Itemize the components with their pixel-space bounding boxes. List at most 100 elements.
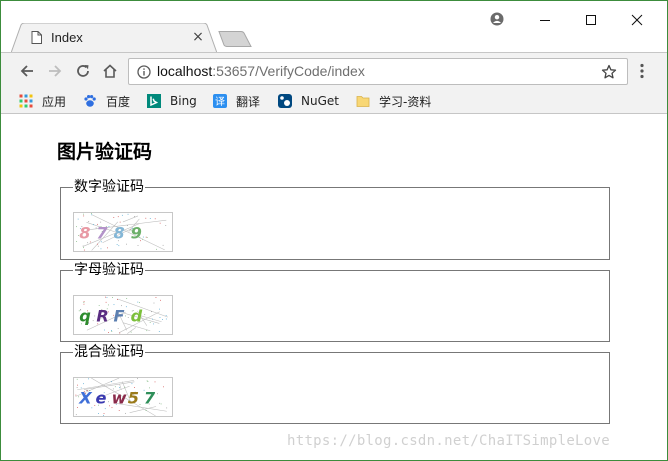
address-bar[interactable]: localhost:53657/VerifyCode/index — [128, 58, 628, 85]
captcha-noise-dot — [91, 214, 93, 216]
captcha-noise-dot — [118, 410, 120, 411]
captcha-noise-dot — [76, 387, 78, 388]
captcha-noise-dot — [100, 248, 102, 250]
captcha-noise-dot — [98, 413, 99, 414]
captcha-noise-dot — [92, 224, 94, 226]
captcha-noise-dot — [121, 214, 123, 216]
captcha-noise-dot — [98, 305, 100, 306]
captcha-noise-dot — [113, 217, 115, 218]
captcha-noise-dot — [125, 315, 126, 317]
bookmark-translate[interactable]: 译 翻译 — [213, 92, 260, 110]
captcha-noise-dot — [106, 297, 108, 298]
captcha-noise-dot — [116, 244, 118, 245]
bookmark-label: NuGet — [301, 94, 339, 108]
captcha-noise-dot — [154, 381, 156, 383]
captcha-noise-dot — [76, 378, 78, 380]
captcha-noise-dot — [131, 383, 133, 385]
captcha-glyph: 9 — [131, 224, 142, 243]
captcha-glyph: d — [131, 307, 143, 326]
captcha-noise-dot — [152, 318, 153, 320]
bookmark-baidu[interactable]: 百度 — [83, 92, 130, 110]
captcha-noise-dot — [147, 381, 149, 382]
captcha-glyph: F — [114, 307, 125, 326]
captcha-noise-dot — [83, 301, 85, 302]
captcha-noise-dot — [97, 243, 98, 245]
profile-icon[interactable] — [490, 12, 504, 26]
captcha-noise-dot — [146, 330, 148, 332]
captcha-noise-dot — [104, 329, 105, 331]
captcha-noise-dot — [119, 221, 121, 223]
baidu-paw-icon — [84, 95, 96, 107]
mixed-captcha-image[interactable]: Xew57 — [73, 377, 173, 417]
captcha-noise-dot — [103, 414, 104, 416]
captcha-noise-dot — [165, 315, 167, 316]
captcha-noise-dot — [124, 386, 126, 388]
captcha-noise-dot — [137, 301, 139, 303]
captcha-noise-dot — [165, 318, 167, 320]
nuget-icon — [278, 94, 292, 108]
captcha-noise-dot — [83, 213, 84, 215]
captcha-noise-dot — [83, 383, 84, 385]
minimize-button[interactable] — [522, 9, 568, 31]
captcha-noise-dot — [162, 318, 163, 320]
captcha-glyph: 8 — [114, 224, 125, 243]
new-tab-button[interactable] — [217, 31, 253, 47]
captcha-noise-dot — [146, 237, 148, 238]
maximize-button[interactable] — [568, 9, 614, 31]
close-window-button[interactable] — [614, 9, 660, 31]
captcha-noise-dot — [165, 225, 167, 226]
bookmark-bing[interactable]: Bing — [147, 92, 197, 110]
maximize-icon — [586, 15, 596, 25]
forward-arrow-icon — [49, 65, 62, 77]
captcha-noise-dot — [82, 245, 84, 247]
captcha-noise-dot — [130, 331, 132, 333]
captcha-noise-dot — [76, 241, 78, 242]
toolbar: localhost:53657/VerifyCode/index — [1, 52, 667, 88]
numeric-captcha-image[interactable]: 8789 — [73, 212, 173, 252]
bookmark-nuget[interactable]: NuGet — [278, 92, 339, 110]
forward-button[interactable] — [45, 61, 65, 81]
captcha-noise-dot — [88, 221, 90, 223]
captcha-noise-dot — [125, 412, 126, 414]
home-button[interactable] — [100, 61, 120, 81]
captcha-noise-dot — [157, 393, 158, 395]
captcha-noise-dot — [113, 304, 115, 306]
letter-captcha-group: 字母验证码 qRFd — [60, 262, 610, 342]
captcha-noise-dot — [83, 249, 85, 251]
svg-text:译: 译 — [215, 96, 225, 108]
page-icon — [31, 31, 42, 44]
group-legend: 字母验证码 — [74, 262, 144, 278]
captcha-glyph: 5 — [128, 389, 139, 408]
captcha-noise-dot — [134, 216, 135, 217]
bookmark-label: 翻译 — [236, 94, 261, 109]
captcha-glyph: 8 — [79, 224, 90, 243]
captcha-noise-dot — [159, 308, 160, 310]
letter-captcha-image[interactable]: qRFd — [73, 295, 173, 335]
captcha-noise-dot — [155, 297, 157, 298]
info-icon[interactable] — [137, 65, 151, 79]
bookmark-apps[interactable]: 应用 — [19, 92, 66, 110]
bookmark-label: 百度 — [106, 94, 131, 109]
bookmark-folder-study[interactable]: 学习-资料 — [356, 92, 431, 110]
url-text[interactable]: localhost:53657/VerifyCode/index — [157, 63, 365, 79]
captcha-noise-dot — [145, 236, 147, 238]
captcha-noise-dot — [104, 408, 106, 410]
captcha-glyph: 7 — [144, 389, 156, 408]
captcha-noise-dot — [83, 302, 85, 303]
captcha-noise-dot — [153, 302, 155, 304]
captcha-noise-dot — [109, 405, 110, 407]
captcha-noise-dot — [162, 244, 164, 246]
captcha-noise-dot — [126, 243, 127, 245]
close-icon — [631, 14, 643, 26]
captcha-glyph: R — [96, 307, 108, 326]
tab-close-icon[interactable]: × — [191, 29, 205, 45]
menu-dots-icon[interactable] — [639, 63, 645, 79]
captcha-noise-dot — [107, 304, 109, 306]
back-button[interactable] — [17, 61, 37, 81]
bookmark-star-icon[interactable] — [601, 64, 617, 80]
captcha-noise-dot — [107, 401, 109, 403]
captcha-noise-dot — [111, 381, 112, 383]
captcha-noise-dot — [108, 332, 109, 333]
group-legend: 数字验证码 — [74, 179, 144, 195]
reload-button[interactable] — [73, 61, 93, 81]
